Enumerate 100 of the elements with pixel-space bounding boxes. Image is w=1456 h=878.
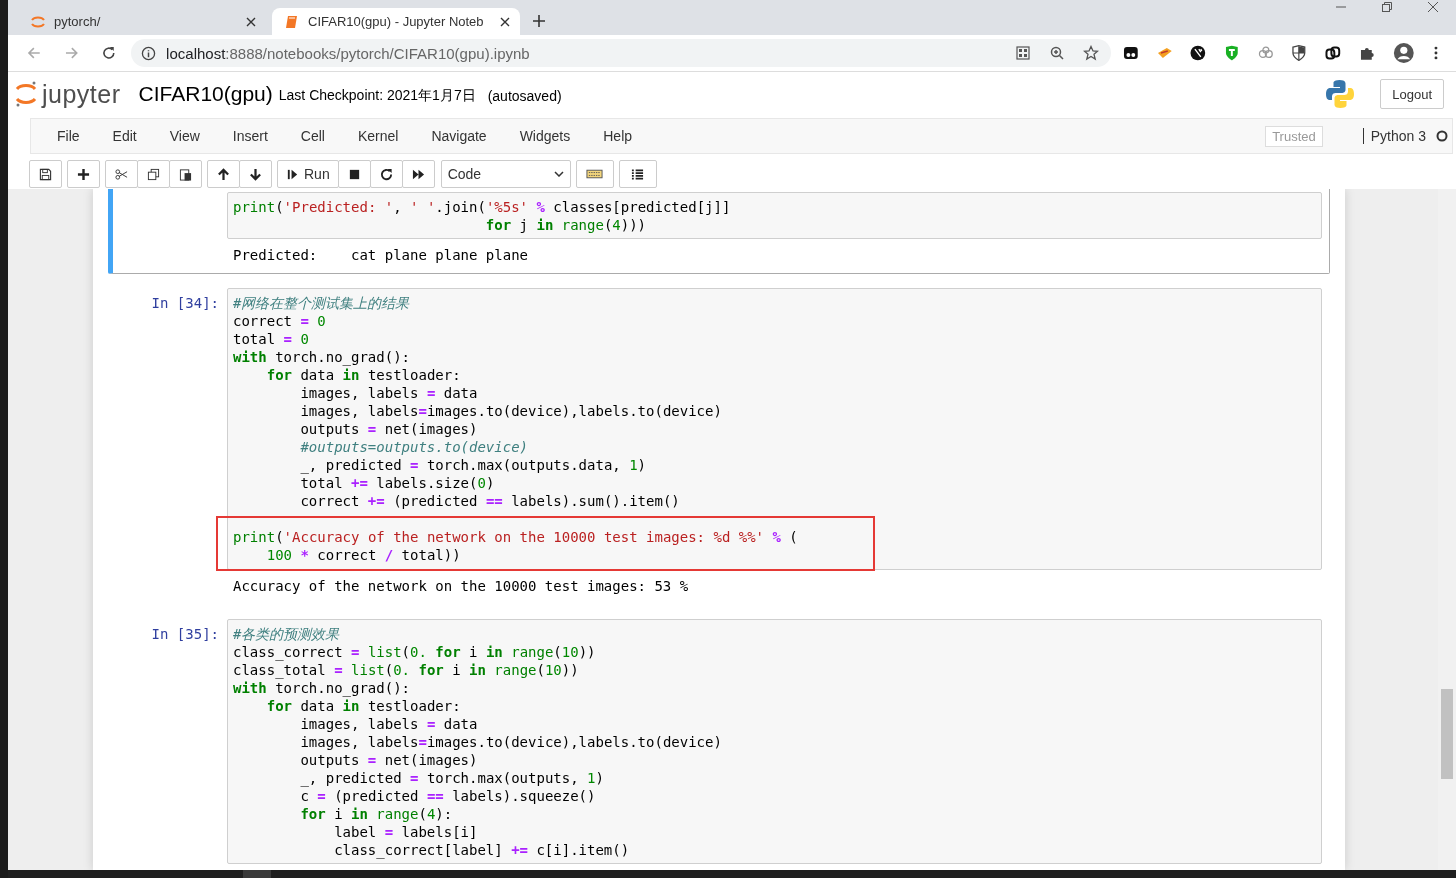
- code-line: outputs = net(images): [299, 420, 479, 438]
- jupyter-wordmark[interactable]: jupyter: [42, 79, 121, 109]
- menu-icon[interactable]: [1434, 45, 1438, 61]
- stop-button[interactable]: [337, 160, 371, 188]
- shield-icon[interactable]: [1291, 45, 1308, 61]
- code-line: c = (predicted == labels).squeeze(): [299, 787, 597, 805]
- code-line: print('Accuracy of the network on the 10000 test images: %d %%' % (: [233, 528, 799, 546]
- close-icon[interactable]: [500, 16, 510, 27]
- stop-icon: [347, 167, 361, 181]
- link-circles-icon[interactable]: [1257, 45, 1274, 61]
- autosave-status: (autosaved): [487, 88, 562, 104]
- code-line: class_correct[label] += c[i].item(): [333, 841, 631, 859]
- keyboard-icon: [586, 168, 604, 180]
- restart-button[interactable]: [369, 160, 403, 188]
- code-input[interactable]: print('Predicted: ', ' '.join('%5s' % classes[predicted[j]] for j in range(4))): [227, 192, 1322, 239]
- kernel-name[interactable]: Python 3: [1362, 128, 1426, 144]
- input-prompt: In [35]:: [151, 626, 219, 642]
- code-line: for data in testloader:: [265, 697, 462, 715]
- cell-output: Accuracy of the network on the 10000 test images: 53 %: [233, 578, 689, 594]
- restore-icon[interactable]: [1381, 1, 1393, 13]
- menu-item[interactable]: Edit: [102, 128, 147, 144]
- code-line: images, labels=images.to(device),labels.to(device): [299, 733, 723, 751]
- address-field[interactable]: localhost:8888/notebooks/pytorch/CIFAR10(gpu).ipynb: [131, 39, 1111, 67]
- code-line: label = labels[i]: [333, 823, 479, 841]
- profile-icon[interactable]: [1392, 42, 1415, 64]
- menu-item[interactable]: Navigate: [421, 128, 497, 144]
- checkpoint-text: Last Checkpoint: 2021年1月7日: [278, 87, 476, 105]
- menu-item[interactable]: Cell: [290, 128, 335, 144]
- code-line: correct += (predicted == labels).sum().item(): [299, 492, 681, 510]
- keyboard-button[interactable]: [575, 160, 614, 188]
- info-icon: [141, 45, 157, 61]
- run-button[interactable]: Run: [277, 160, 339, 188]
- chain-icon[interactable]: [1325, 45, 1341, 61]
- code-line: with torch.no_grad():: [233, 348, 411, 366]
- python-logo-icon: [1324, 78, 1357, 110]
- code-line: images, labels = data: [299, 384, 479, 402]
- input-prompt: In [34]:: [151, 295, 219, 311]
- grid-icon[interactable]: [1014, 45, 1031, 61]
- copy-icon: [147, 167, 160, 181]
- star-icon[interactable]: [1082, 45, 1099, 61]
- fast-forward-icon: [411, 167, 425, 181]
- logout-button[interactable]: Logout: [1380, 79, 1444, 109]
- code-line: class_correct = list(0. for i in range(10)): [233, 643, 597, 661]
- menu-item[interactable]: Kernel: [347, 128, 409, 144]
- menu-item[interactable]: File: [47, 128, 90, 144]
- code-line: #网络在整个测试集上的结果: [233, 294, 411, 312]
- code-line: images, labels=images.to(device),labels.to(device): [299, 402, 723, 420]
- code-line: with torch.no_grad():: [233, 679, 411, 697]
- step-icon: [286, 167, 299, 181]
- scissors-icon: [115, 167, 128, 181]
- run-all-button[interactable]: [401, 160, 435, 188]
- paste-icon: [179, 167, 192, 181]
- insert-cell-button[interactable]: [67, 160, 100, 188]
- code-line: class_total = list(0. for i in range(10)): [233, 661, 580, 679]
- cell-type-dropdown[interactable]: Code: [440, 160, 571, 188]
- menu-item[interactable]: Insert: [222, 128, 278, 144]
- url-text: localhost:8888/notebooks/pytorch/CIFAR10(gpu).ipynb: [166, 44, 530, 62]
- tab-title: pytorch/: [54, 14, 102, 29]
- cell-output: Predicted: cat plane plane plane: [233, 247, 528, 263]
- code-line: for i in range(4):: [299, 805, 454, 823]
- close-icon[interactable]: [1427, 1, 1439, 13]
- list-icon: [631, 167, 645, 181]
- code-line: _, predicted = torch.max(outputs, 1): [299, 769, 605, 787]
- menu-item[interactable]: View: [159, 128, 210, 144]
- notebook-cell[interactable]: print('Predicted: ', ' '.join('%5s' % classes[predicted[j]] for j in range(4))) Predicted: cat plane plane plane: [108, 189, 1330, 274]
- book-icon: [284, 13, 300, 30]
- code-line: outputs = net(images): [299, 751, 479, 769]
- puzzle-icon[interactable]: [1358, 45, 1375, 61]
- ghost-icon[interactable]: [1122, 45, 1139, 61]
- code-line: print('Predicted: ', ' '.join('%5s' % classes[predicted[j]]: [233, 198, 732, 216]
- arrow-down-icon: [249, 167, 262, 181]
- code-line: for j in range(4))): [484, 216, 648, 234]
- move-up-button[interactable]: [207, 160, 240, 188]
- close-icon[interactable]: [246, 16, 256, 27]
- code-line: total += labels.size(0): [299, 474, 496, 492]
- paste-button[interactable]: [169, 160, 202, 188]
- code-line: for data in testloader:: [265, 366, 462, 384]
- browser-tab[interactable]: CIFAR10(gpu) - Jupyter Noteb: [272, 8, 520, 35]
- copy-button[interactable]: [137, 160, 170, 188]
- jupyter-logo-icon: [14, 80, 38, 108]
- browser-tab[interactable]: pytorch/: [18, 8, 266, 35]
- command-palette-button[interactable]: [618, 160, 657, 188]
- code-line: #各类的预测效果: [233, 625, 341, 643]
- tab-title: CIFAR10(gpu) - Jupyter Noteb: [308, 14, 485, 29]
- restart-icon: [379, 167, 393, 181]
- new-tab-icon[interactable]: [532, 14, 546, 28]
- move-down-button[interactable]: [239, 160, 272, 188]
- code-line: #outputs=outputs.to(device): [299, 438, 529, 456]
- code-line: images, labels = data: [299, 715, 479, 733]
- cut-button[interactable]: [105, 160, 138, 188]
- save-button[interactable]: [29, 160, 62, 188]
- code-line: 100 * correct / total)): [265, 546, 462, 564]
- tag-icon[interactable]: [1156, 45, 1173, 61]
- menu-item[interactable]: Widgets: [509, 128, 581, 144]
- caret-icon: [553, 171, 564, 177]
- code-line: total = 0: [233, 330, 310, 348]
- notebook-name[interactable]: CIFAR10(gpu): [138, 82, 273, 106]
- plus-icon: [77, 167, 90, 181]
- zoom-icon[interactable]: [1048, 45, 1065, 61]
- menu-item[interactable]: Help: [593, 128, 643, 144]
